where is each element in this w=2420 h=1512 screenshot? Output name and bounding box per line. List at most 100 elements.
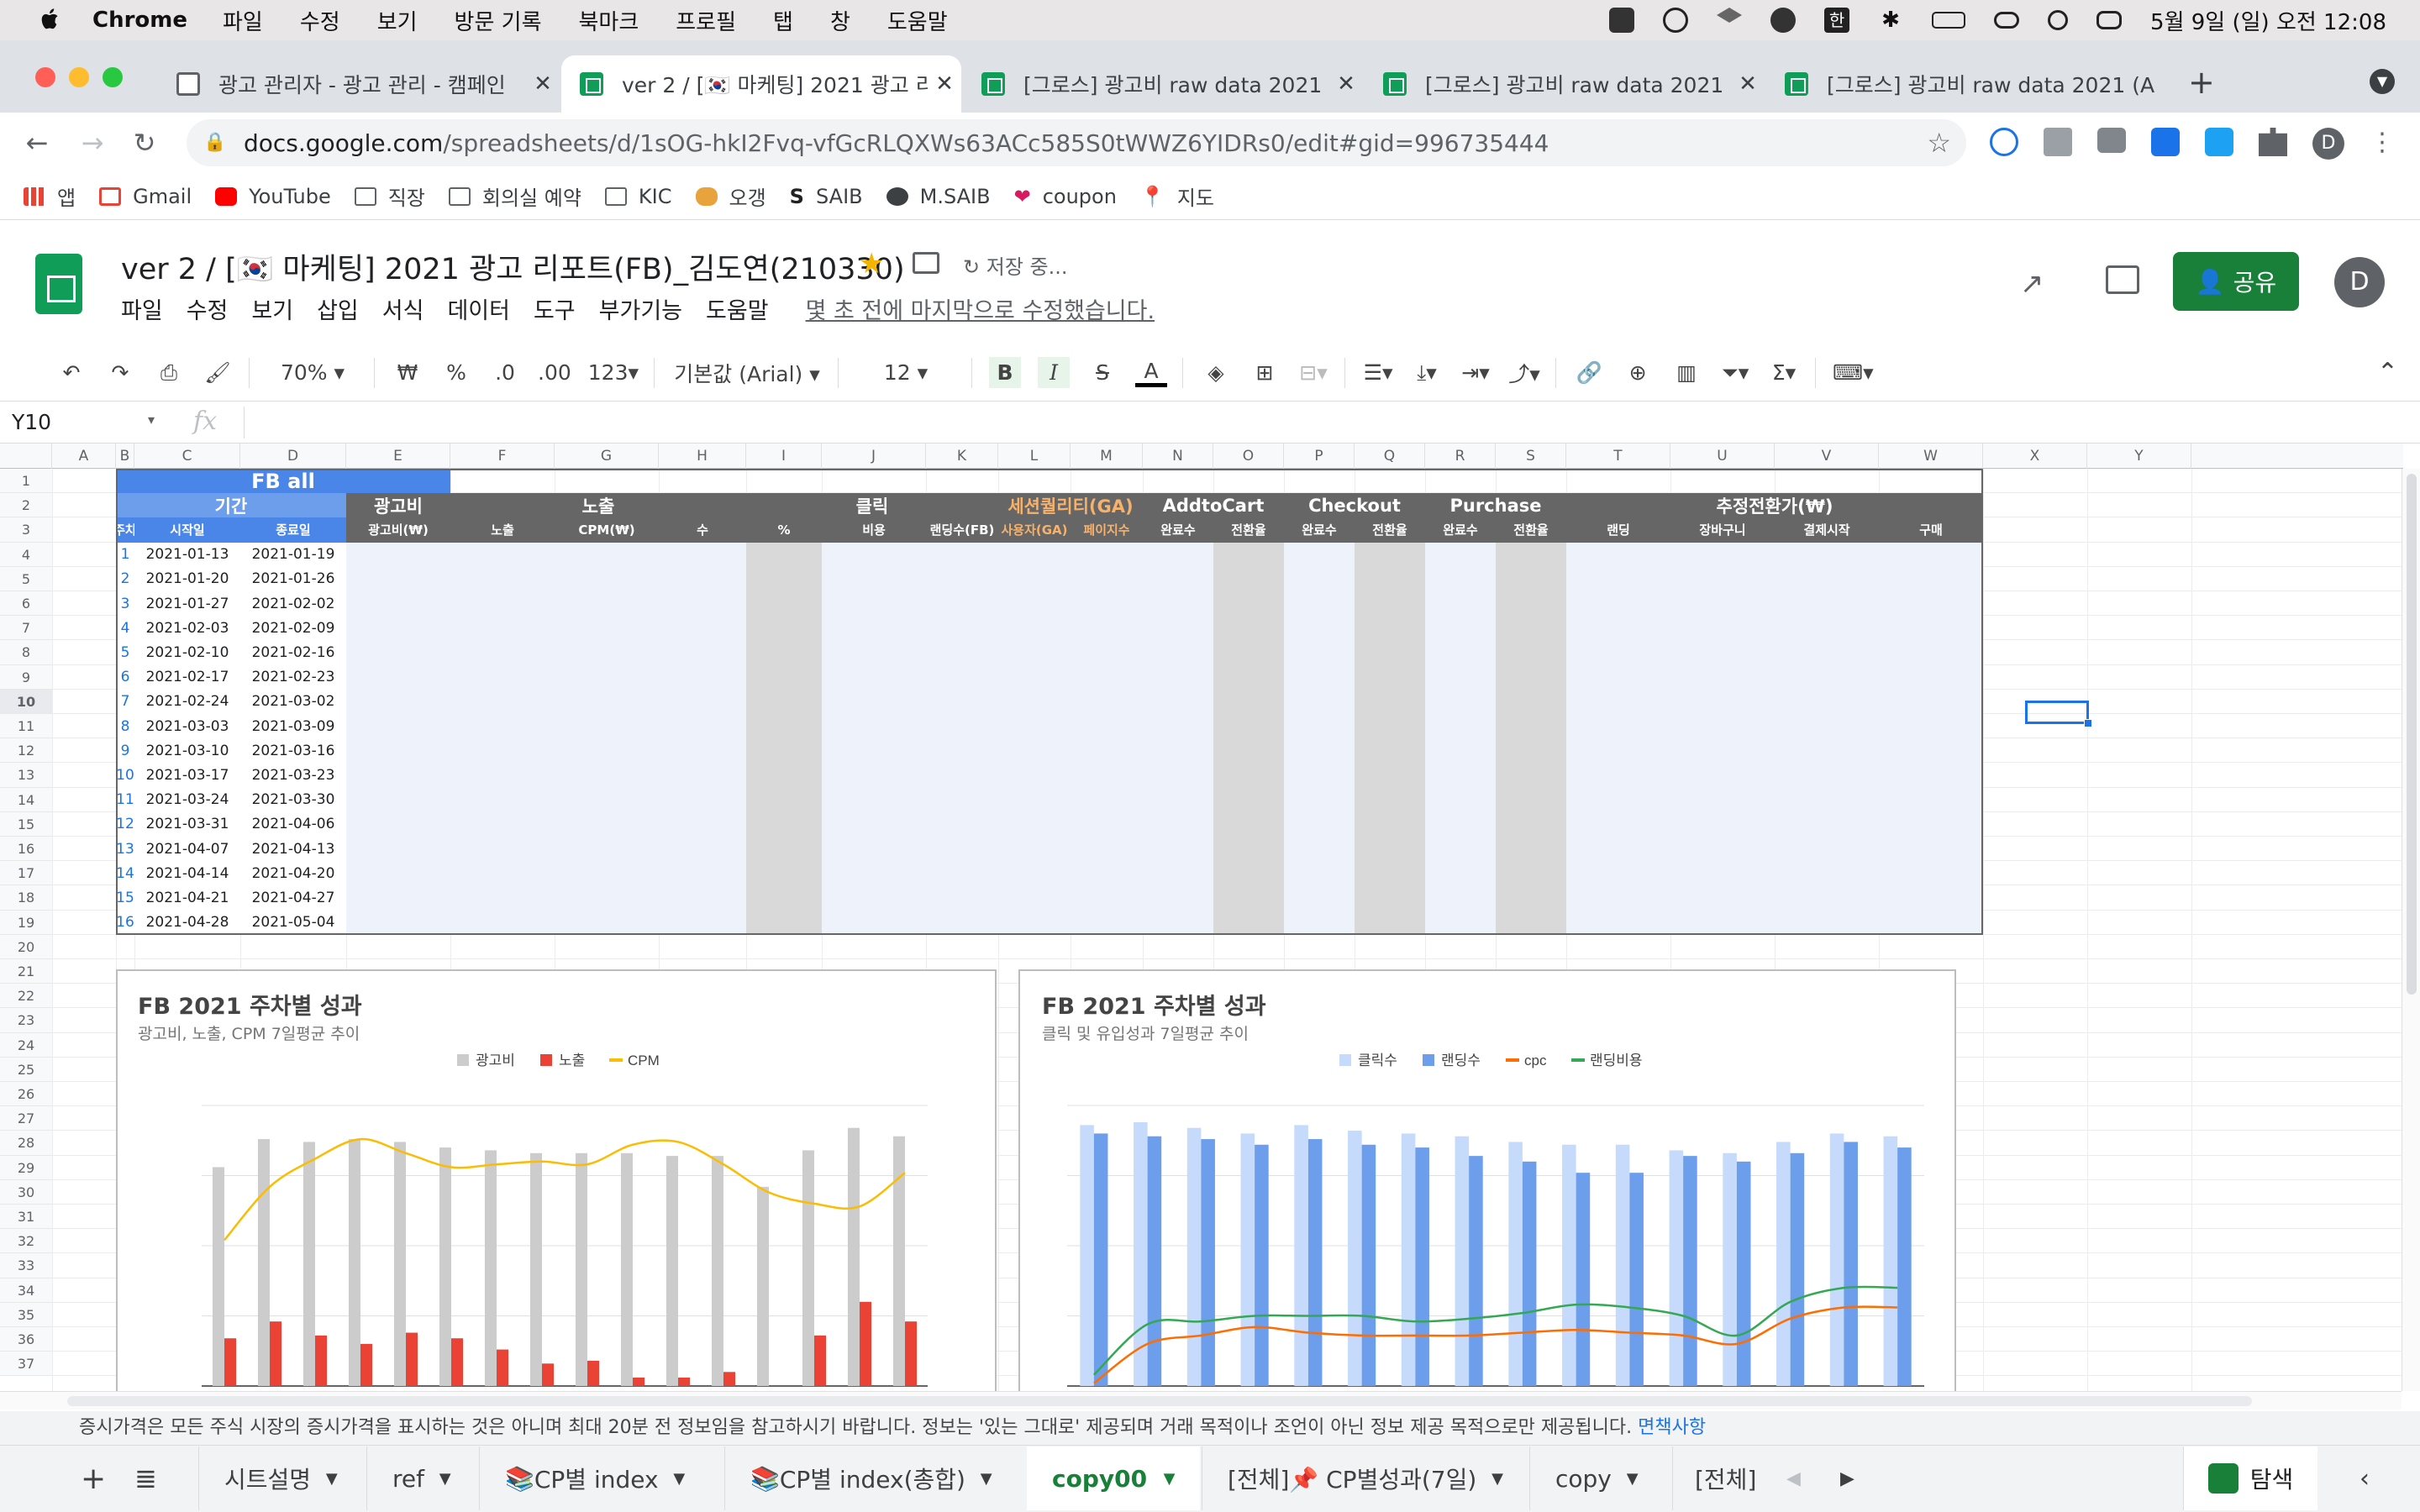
collapse-toolbar-icon[interactable]: ⌃ <box>2377 358 2398 387</box>
bar-노출-1[interactable] <box>224 1338 237 1386</box>
row-header[interactable]: 8 <box>0 640 52 665</box>
week-end[interactable]: 2021-01-19 <box>240 543 346 567</box>
week-end[interactable]: 2021-03-30 <box>240 788 346 812</box>
close-tab-icon[interactable]: ✕ <box>526 71 560 97</box>
chrome-menu-icon[interactable]: ⋮ <box>2370 128 2395 160</box>
bar-클릭수-13[interactable] <box>1723 1152 1737 1386</box>
menu-view[interactable]: 보기 <box>377 5 418 36</box>
row-header[interactable]: 20 <box>0 934 52 959</box>
extension-bug-icon[interactable] <box>1990 128 2018 156</box>
bar-랜딩수-15[interactable] <box>1844 1142 1858 1386</box>
more-formats-select[interactable]: 123▾ <box>588 360 639 385</box>
bar-랜딩수-11[interactable] <box>1629 1173 1644 1386</box>
menu-window[interactable]: 창 <box>830 5 850 36</box>
column-header[interactable]: T <box>1566 444 1670 469</box>
bar-클릭수-9[interactable] <box>1508 1142 1523 1386</box>
browser-tab-report[interactable]: ver 2 / [🇰🇷 마케팅] 2021 광고 리포트 ✕ <box>561 55 961 113</box>
print-icon[interactable]: ⎙ <box>153 360 185 386</box>
forward-icon[interactable]: → <box>76 126 109 160</box>
vertical-align-icon[interactable]: ⤓▾ <box>1411 360 1443 386</box>
bar-랜딩수-13[interactable] <box>1736 1161 1751 1386</box>
bar-랜딩수-9[interactable] <box>1522 1161 1537 1386</box>
week-start[interactable]: 2021-02-17 <box>134 665 240 690</box>
sheet-tab-ref[interactable]: ref ▼ <box>366 1446 476 1510</box>
week-number[interactable]: 13 <box>116 837 134 861</box>
week-end[interactable]: 2021-02-02 <box>240 591 346 616</box>
horizontal-scrollbar[interactable] <box>0 1391 2402 1410</box>
week-start[interactable]: 2021-04-14 <box>134 861 240 885</box>
bar-클릭수-12[interactable] <box>1669 1150 1684 1386</box>
browser-tab-raw-a[interactable]: [그로스] 광고비 raw data 2021 (A <box>1766 55 2166 113</box>
window-zoom-button[interactable] <box>103 67 123 87</box>
column-header[interactable]: D <box>240 444 346 469</box>
extension-blue-icon[interactable] <box>2151 128 2180 156</box>
sheets-menu-help[interactable]: 도움말 <box>706 292 769 325</box>
column-header[interactable]: W <box>1879 444 1983 469</box>
bar-광고비-12[interactable] <box>711 1156 723 1386</box>
bookmark-msaib[interactable]: M.SAIB <box>886 185 991 208</box>
currency-format-button[interactable]: ₩ <box>392 360 424 385</box>
week-start[interactable]: 2021-03-17 <box>134 763 240 787</box>
column-header[interactable]: S <box>1496 444 1566 469</box>
bar-랜딩수-1[interactable] <box>1093 1133 1108 1386</box>
bookmark-saib[interactable]: S SAIB <box>790 185 863 208</box>
bar-클릭수-4[interactable] <box>1240 1133 1255 1386</box>
column-header[interactable]: H <box>659 444 746 469</box>
menu-edit[interactable]: 수정 <box>300 5 340 36</box>
column-header[interactable]: G <box>555 444 659 469</box>
fill-color-icon[interactable]: ◈ <box>1200 360 1232 385</box>
row-header[interactable]: 28 <box>0 1131 52 1156</box>
document-title[interactable]: ver 2 / [🇰🇷 마케팅] 2021 광고 리포트(FB)_김도연(210… <box>121 245 905 288</box>
bookmark-folder-work[interactable]: 직장 <box>354 181 425 211</box>
column-header[interactable]: L <box>998 444 1071 469</box>
column-header[interactable]: B <box>116 444 134 469</box>
font-size-select[interactable]: 12 ▾ <box>855 360 956 385</box>
bar-노출-4[interactable] <box>360 1343 373 1386</box>
add-sheet-button[interactable]: + <box>81 1446 106 1510</box>
bookmark-star-icon[interactable]: ☆ <box>1927 127 1951 159</box>
browser-tab-ads-manager[interactable]: 광고 관리자 - 광고 관리 - 캠페인 ✕ <box>158 55 560 113</box>
font-family-select[interactable]: 기본값 (Arial) ▾ <box>671 358 823 388</box>
bar-광고비-10[interactable] <box>620 1152 633 1386</box>
row-header[interactable]: 25 <box>0 1057 52 1082</box>
row-header[interactable]: 30 <box>0 1179 52 1205</box>
link-icon[interactable] <box>1994 12 2020 29</box>
sheet-tab-copy00[interactable]: copy00 ▼ <box>1027 1446 1201 1510</box>
apple-logo-icon[interactable] <box>32 7 69 34</box>
menu-tab[interactable]: 탭 <box>773 5 793 36</box>
window-close-button[interactable] <box>35 67 55 87</box>
week-number[interactable]: 16 <box>116 911 134 935</box>
column-header[interactable]: V <box>1775 444 1879 469</box>
row-header[interactable]: 4 <box>0 542 52 567</box>
row-header[interactable]: 22 <box>0 984 52 1009</box>
sheets-menu-data[interactable]: 데이터 <box>447 292 510 325</box>
row-header[interactable]: 36 <box>0 1327 52 1352</box>
insert-chart-icon[interactable]: ▥ <box>1670 360 1702 385</box>
column-header[interactable]: C <box>134 444 240 469</box>
bar-노출-9[interactable] <box>587 1360 600 1386</box>
column-header[interactable]: X <box>1983 444 2087 469</box>
bar-노출-2[interactable] <box>270 1321 282 1386</box>
sheet-tab-cp-index-total[interactable]: 📚 CP별 index(총합) ▼ <box>724 1446 1018 1510</box>
week-end[interactable]: 2021-03-23 <box>240 763 346 787</box>
week-start[interactable]: 2021-04-28 <box>134 911 240 935</box>
row-header[interactable]: 2 <box>0 493 52 518</box>
row-header[interactable]: 12 <box>0 738 52 764</box>
insert-link-icon[interactable]: 🔗 <box>1573 360 1605 386</box>
extension-bird-icon[interactable] <box>2205 128 2233 156</box>
week-start[interactable]: 2021-01-20 <box>134 567 240 591</box>
bar-노출-16[interactable] <box>905 1321 918 1386</box>
row-header[interactable]: 5 <box>0 566 52 591</box>
bar-광고비-9[interactable] <box>575 1152 587 1386</box>
zoom-select[interactable]: 70% ▾ <box>266 360 359 385</box>
column-header[interactable]: O <box>1213 444 1284 469</box>
spreadsheet-grid[interactable]: ABCDEFGHIJKLMNOPQRSTUVWXY 1 2 3 4 5 6 7 8 9 10 11 1… <box>0 444 2403 1391</box>
tab-search-icon[interactable]: ▼ <box>2370 69 2395 94</box>
extensions-puzzle-icon[interactable] <box>2259 128 2287 156</box>
bar-노출-8[interactable] <box>542 1363 555 1386</box>
bar-노출-6[interactable] <box>451 1338 464 1386</box>
app-name[interactable]: Chrome <box>92 8 187 33</box>
week-start[interactable]: 2021-02-24 <box>134 690 240 714</box>
week-start[interactable]: 2021-02-10 <box>134 640 240 664</box>
week-start[interactable]: 2021-03-03 <box>134 714 240 738</box>
